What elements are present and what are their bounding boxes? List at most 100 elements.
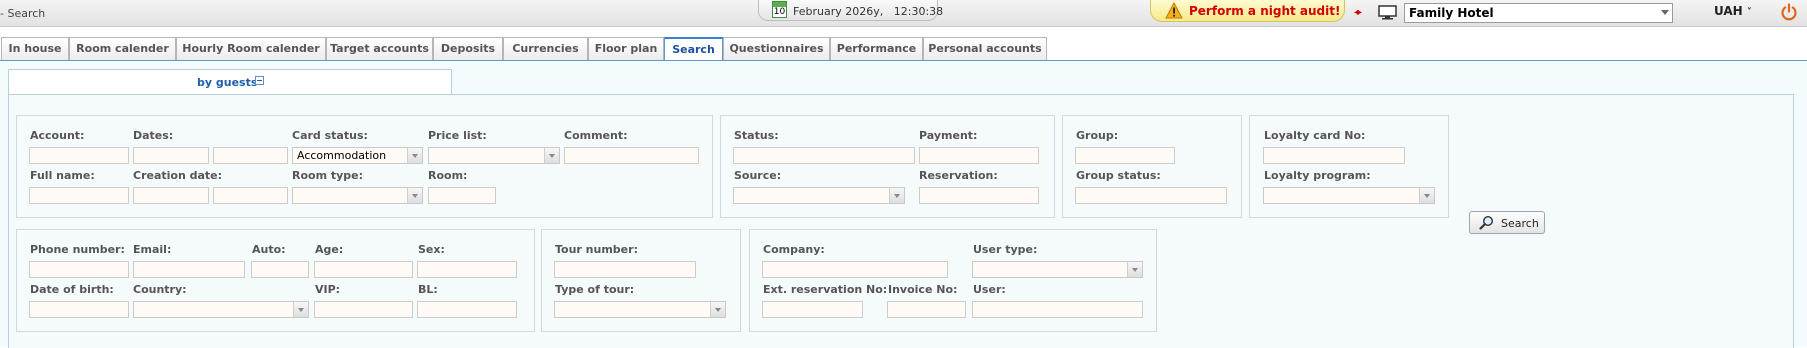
comment-label: Comment:: [564, 129, 628, 142]
tour-number-label: Tour number:: [555, 243, 638, 256]
user-type-select[interactable]: [972, 261, 1143, 278]
bl-label: BL:: [418, 283, 438, 296]
card-status-select[interactable]: Accommodation: [292, 147, 423, 164]
calendar-icon[interactable]: 10: [772, 1, 787, 18]
group-status-label: Group status:: [1076, 169, 1161, 182]
tab-deposits[interactable]: Deposits: [433, 37, 503, 61]
reservation-input[interactable]: [919, 187, 1039, 204]
phone-number-input[interactable]: [29, 261, 129, 278]
current-time: 12:30:38: [893, 5, 944, 18]
dates-label: Dates:: [133, 129, 174, 142]
creation-date-from-input[interactable]: [133, 187, 209, 204]
room-label: Room:: [428, 169, 468, 182]
arrows-icon[interactable]: ◂▸: [1354, 7, 1362, 18]
top-bar: - Search 10 February 2026y, 12:30:38 Per…: [0, 0, 1807, 27]
collapse-icon[interactable]: [255, 76, 264, 85]
source-select[interactable]: [733, 187, 905, 204]
date-of-birth-input[interactable]: [29, 301, 129, 318]
currency-value: UAH: [1714, 4, 1743, 18]
chevron-down-icon: [407, 148, 422, 163]
date-time-display: 10 February 2026y, 12:30:38: [758, 0, 943, 21]
loyalty-card-no-input[interactable]: [1263, 147, 1405, 164]
group-input[interactable]: [1075, 147, 1175, 164]
full-name-label: Full name:: [30, 169, 95, 182]
comment-input[interactable]: [564, 147, 699, 164]
invoice-no-label: Invoice No:: [888, 283, 958, 296]
tab-target-accounts[interactable]: Target accounts: [326, 37, 433, 61]
email-label: Email:: [133, 243, 172, 256]
loyalty-program-label: Loyalty program:: [1264, 169, 1371, 182]
guest-panel: Phone number: Email: Auto: Age: Sex: Dat…: [16, 229, 535, 332]
user-input[interactable]: [972, 301, 1143, 318]
date-of-birth-label: Date of birth:: [30, 283, 114, 296]
company-input[interactable]: [762, 261, 948, 278]
tab-personal-accounts[interactable]: Personal accounts: [923, 37, 1047, 61]
tab-room-calender[interactable]: Room calender: [69, 37, 176, 61]
company-panel: Company: User type: Ext. reservation No:…: [749, 229, 1157, 332]
monitor-icon[interactable]: [1378, 5, 1397, 20]
account-input[interactable]: [29, 147, 129, 164]
loyalty-program-select[interactable]: [1263, 187, 1435, 204]
room-type-select[interactable]: [292, 187, 423, 204]
status-label: Status:: [734, 129, 779, 142]
dates-from-input[interactable]: [133, 147, 209, 164]
tab-in-house[interactable]: In house: [1, 37, 69, 61]
search-content: by guests Account: Dates: Card status: A…: [0, 60, 1807, 348]
account-label: Account:: [30, 129, 85, 142]
room-input[interactable]: [428, 187, 496, 204]
tab-currencies[interactable]: Currencies: [503, 37, 588, 61]
currency-select[interactable]: UAH ˅: [1714, 4, 1752, 18]
age-label: Age:: [315, 243, 344, 256]
tab-hourly-room-calender[interactable]: Hourly Room calender: [176, 37, 326, 61]
vip-label: VIP:: [315, 283, 341, 296]
auto-input[interactable]: [251, 261, 309, 278]
tour-panel: Tour number: Type of tour:: [541, 229, 741, 332]
group-status-input[interactable]: [1075, 187, 1227, 204]
user-type-label: User type:: [973, 243, 1038, 256]
tab-floor-plan[interactable]: Floor plan: [588, 37, 664, 61]
country-select[interactable]: [133, 301, 309, 318]
hotel-select[interactable]: Family Hotel: [1404, 3, 1673, 23]
chevron-down-icon: [1419, 188, 1434, 203]
ext-reservation-no-input[interactable]: [762, 301, 863, 318]
type-of-tour-label: Type of tour:: [555, 283, 635, 296]
tab-performance[interactable]: Performance: [830, 37, 923, 61]
night-audit-warning[interactable]: Perform a night audit!: [1150, 0, 1345, 22]
status-input[interactable]: [733, 147, 915, 164]
creation-date-to-input[interactable]: [213, 187, 288, 204]
dates-to-input[interactable]: [213, 147, 288, 164]
group-label: Group:: [1076, 129, 1119, 142]
source-label: Source:: [734, 169, 782, 182]
main-tabs: In house Room calender Hourly Room calen…: [0, 37, 1807, 63]
sex-input[interactable]: [417, 261, 517, 278]
search-button-label: Search: [1501, 217, 1539, 230]
invoice-no-input[interactable]: [887, 301, 966, 318]
full-name-input[interactable]: [29, 187, 129, 204]
type-of-tour-select[interactable]: [554, 301, 726, 318]
magnifier-icon: [1479, 215, 1494, 230]
country-label: Country:: [133, 283, 187, 296]
status-panel: Status: Payment: Source: Reservation:: [720, 115, 1055, 218]
vip-input[interactable]: [314, 301, 413, 318]
email-input[interactable]: [133, 261, 245, 278]
reservation-label: Reservation:: [919, 169, 998, 182]
group-panel: Group: Group status:: [1062, 115, 1242, 218]
card-status-label: Card status:: [292, 129, 368, 142]
ext-reservation-no-label: Ext. reservation No:: [763, 283, 888, 296]
age-input[interactable]: [314, 261, 413, 278]
subtab-by-guests[interactable]: by guests: [8, 69, 452, 94]
search-button[interactable]: Search: [1469, 211, 1545, 234]
room-type-label: Room type:: [292, 169, 364, 182]
bl-input[interactable]: [417, 301, 517, 318]
payment-input[interactable]: [919, 147, 1039, 164]
sex-label: Sex:: [418, 243, 445, 256]
breadcrumb: - Search: [0, 7, 46, 20]
chevron-down-icon: [710, 302, 725, 317]
tab-questionnaires[interactable]: Questionnaires: [723, 37, 830, 61]
price-list-select[interactable]: [428, 147, 560, 164]
chevron-down-icon: [889, 188, 904, 203]
warning-icon: [1165, 2, 1183, 19]
power-icon[interactable]: [1780, 3, 1798, 21]
chevron-down-icon: ˅: [1746, 7, 1752, 18]
tour-number-input[interactable]: [554, 261, 696, 278]
